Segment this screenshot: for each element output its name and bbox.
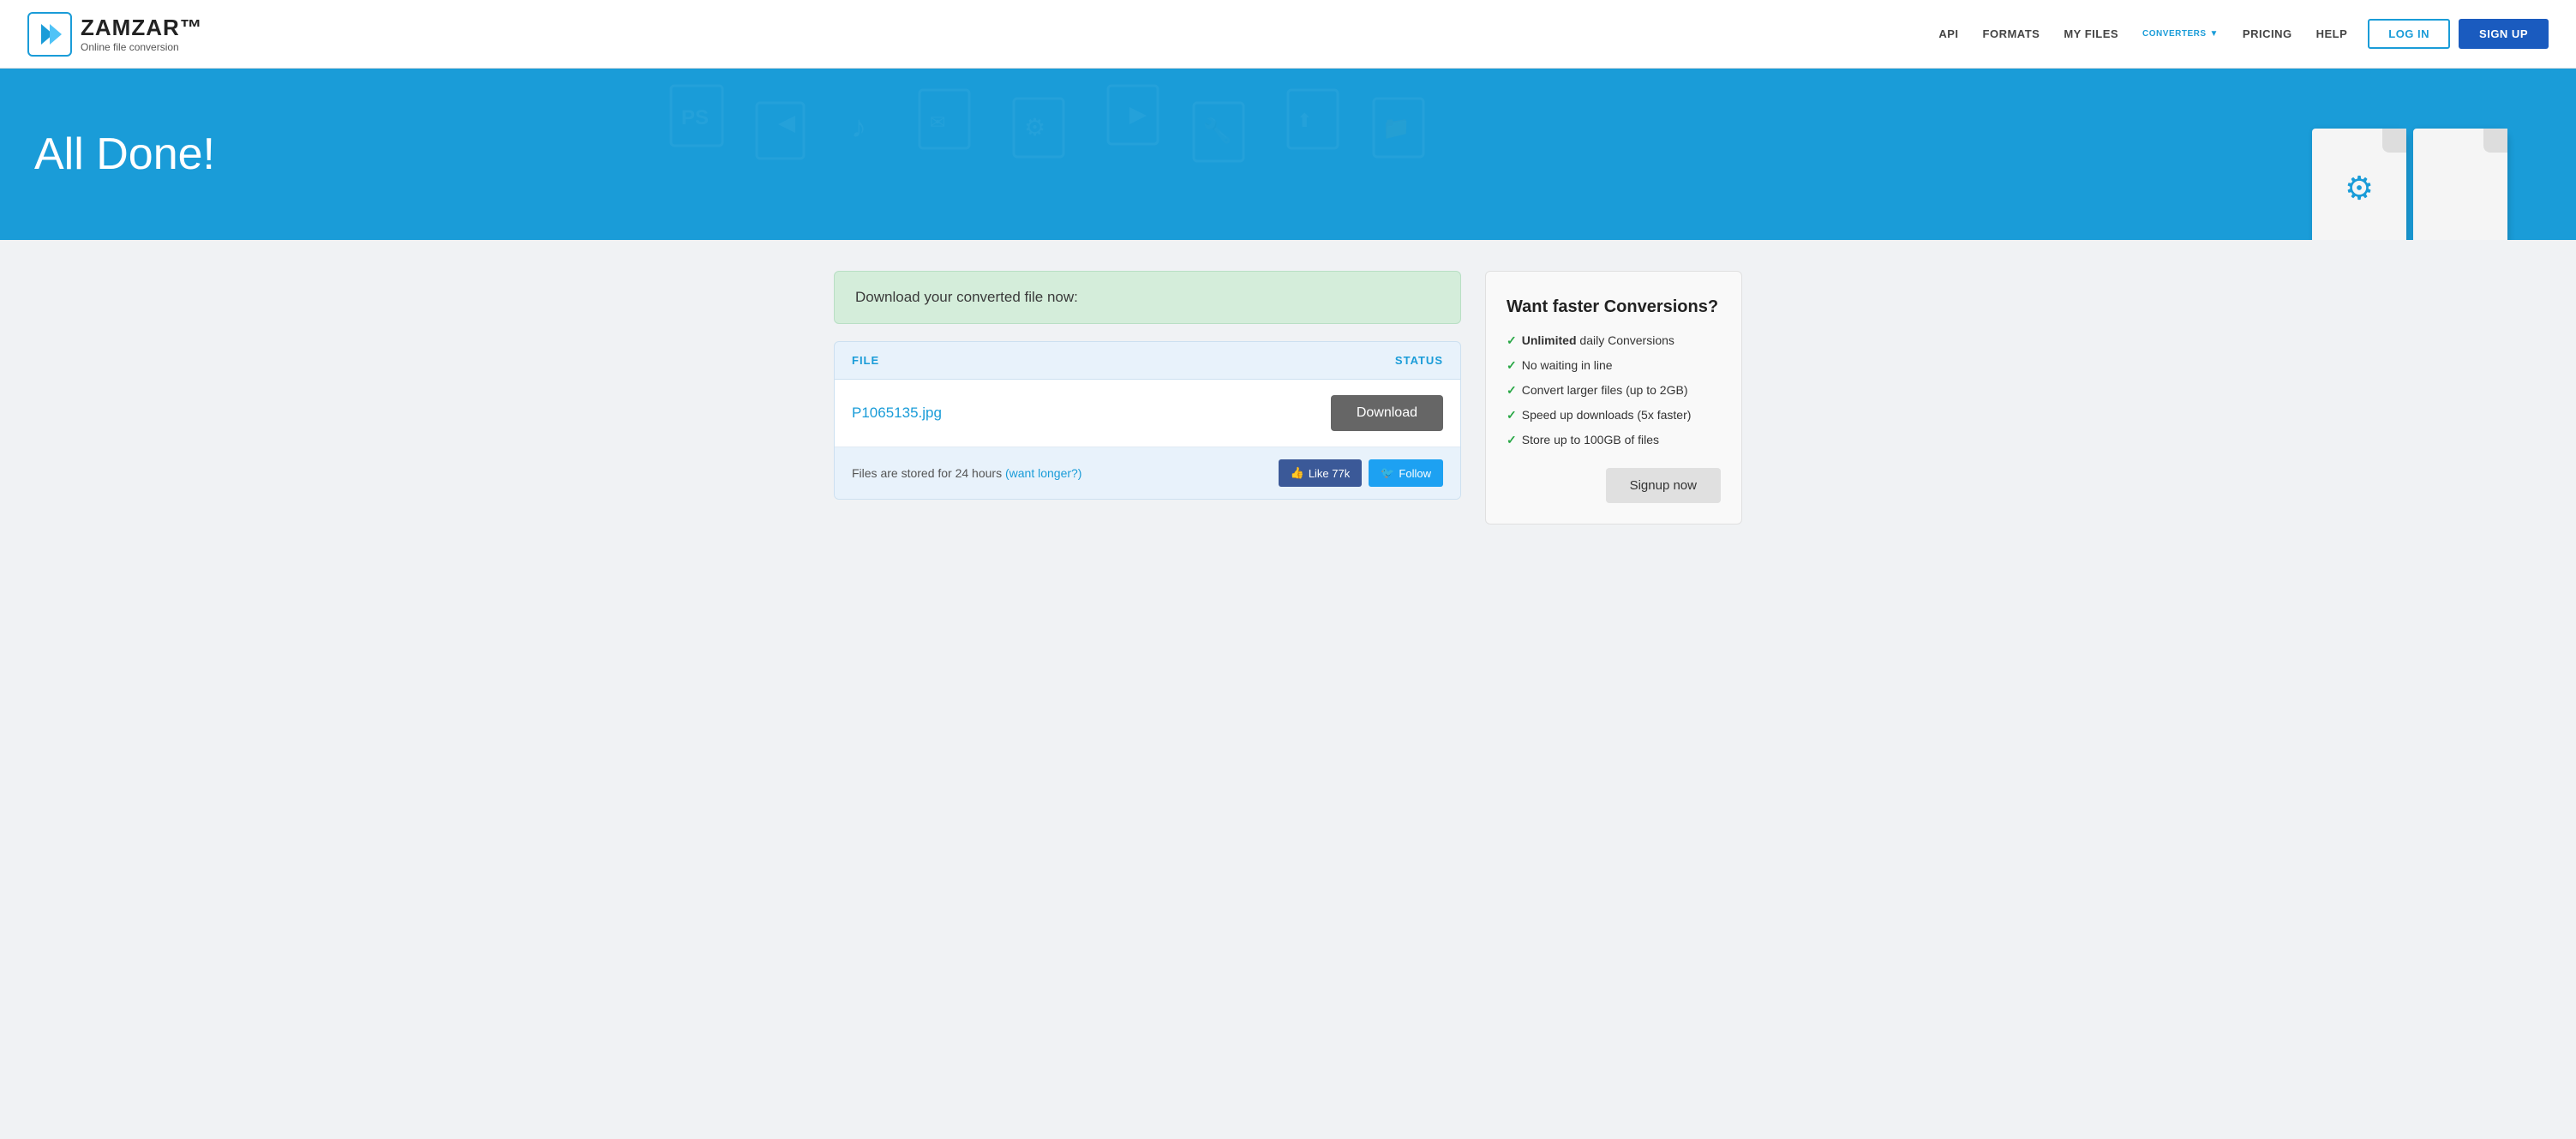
- feature-item: ✓ Speed up downloads (5x faster): [1507, 408, 1721, 423]
- thumbs-up-icon: 👍: [1291, 466, 1304, 480]
- svg-text:⬆: ⬆: [1297, 110, 1312, 131]
- nav-help[interactable]: HELP: [2316, 27, 2348, 40]
- login-button[interactable]: LOG IN: [2368, 19, 2450, 49]
- feature-item: ✓ Convert larger files (up to 2GB): [1507, 383, 1721, 398]
- main-nav: API FORMATS MY FILES CONVERTERS ▼ PRICIN…: [1938, 27, 2347, 40]
- table-row: P1065135.jpg Download: [835, 380, 1460, 447]
- feature-rest: No waiting in line: [1522, 358, 1613, 372]
- file-icon-left: ⚙: [2312, 129, 2406, 240]
- facebook-like-button[interactable]: 👍 Like 77k: [1279, 459, 1363, 487]
- logo-tagline: Online file conversion: [81, 41, 203, 53]
- feature-item: ✓ Unlimited daily Conversions: [1507, 333, 1721, 348]
- features-list: ✓ Unlimited daily Conversions ✓ No waiti…: [1507, 333, 1721, 447]
- sidebar: Want faster Conversions? ✓ Unlimited dai…: [1485, 271, 1742, 525]
- table-header: FILE STATUS: [835, 342, 1460, 380]
- sidebar-signup-button[interactable]: Signup now: [1606, 468, 1721, 503]
- col-status-header: STATUS: [1395, 354, 1443, 367]
- table-footer: Files are stored for 24 hours (want long…: [835, 447, 1460, 499]
- svg-text:📁: 📁: [1382, 115, 1410, 141]
- svg-text:♪: ♪: [851, 109, 866, 144]
- hero-file-icons: ⚙: [2312, 129, 2507, 240]
- logo-icon: [27, 12, 72, 57]
- check-icon: ✓: [1507, 383, 1517, 398]
- header-buttons: LOG IN SIGN UP: [2368, 19, 2549, 49]
- check-icon: ✓: [1507, 358, 1517, 373]
- feature-rest: daily Conversions: [1577, 333, 1674, 347]
- chevron-down-icon: ▼: [2210, 29, 2219, 39]
- nav-pricing[interactable]: PRICING: [2243, 27, 2292, 40]
- nav-api[interactable]: API: [1938, 27, 1958, 40]
- want-longer-link[interactable]: (want longer?): [1005, 466, 1082, 480]
- check-icon: ✓: [1507, 408, 1517, 423]
- nav-formats[interactable]: FORMATS: [1983, 27, 2040, 40]
- sidebar-title: Want faster Conversions?: [1507, 296, 1721, 318]
- check-icon: ✓: [1507, 333, 1517, 348]
- feature-rest: Speed up downloads (5x faster): [1522, 408, 1692, 422]
- feature-item: ✓ No waiting in line: [1507, 358, 1721, 373]
- signup-button[interactable]: SIGN UP: [2459, 19, 2549, 49]
- logo-brand: ZAMZAR™: [81, 15, 203, 41]
- social-buttons: 👍 Like 77k 🐦 Follow: [1279, 459, 1443, 487]
- twitter-follow-button[interactable]: 🐦 Follow: [1369, 459, 1443, 487]
- nav-my-files[interactable]: MY FILES: [2064, 27, 2118, 40]
- hero-title: All Done!: [34, 129, 215, 180]
- header: ZAMZAR™ Online file conversion API FORMA…: [0, 0, 2576, 69]
- svg-text:⚙: ⚙: [1024, 114, 1045, 141]
- svg-text:✉: ✉: [930, 111, 945, 133]
- col-file-header: FILE: [852, 354, 879, 367]
- left-panel: Download your converted file now: FILE S…: [834, 271, 1461, 500]
- feature-item: ✓ Store up to 100GB of files: [1507, 433, 1721, 447]
- svg-text:PS: PS: [681, 106, 709, 129]
- success-text: Download your converted file now:: [855, 289, 1078, 305]
- feature-rest: Store up to 100GB of files: [1522, 433, 1659, 447]
- files-table: FILE STATUS P1065135.jpg Download Files …: [834, 341, 1461, 500]
- check-icon: ✓: [1507, 433, 1517, 447]
- twitter-icon: 🐦: [1381, 466, 1394, 480]
- hero-banner: PS ♪ ✉ ⚙ 🔧 ⬆ 📁 All Done! ⚙: [0, 69, 2576, 240]
- hero-bg: PS ♪ ✉ ⚙ 🔧 ⬆ 📁: [0, 69, 2576, 240]
- feature-rest: Convert larger files (up to 2GB): [1522, 383, 1688, 397]
- nav-converters[interactable]: CONVERTERS ▼: [2142, 29, 2219, 39]
- gear-icon: ⚙: [2345, 170, 2374, 208]
- feature-bold: Unlimited: [1522, 333, 1577, 347]
- svg-text:🔧: 🔧: [1202, 116, 1232, 145]
- download-button[interactable]: Download: [1331, 395, 1443, 431]
- file-name: P1065135.jpg: [852, 405, 942, 422]
- file-icon-right: [2413, 129, 2507, 240]
- logo[interactable]: ZAMZAR™ Online file conversion: [27, 12, 203, 57]
- success-banner: Download your converted file now:: [834, 271, 1461, 324]
- storage-note: Files are stored for 24 hours (want long…: [852, 466, 1081, 480]
- logo-text: ZAMZAR™ Online file conversion: [81, 15, 203, 53]
- main-content: Download your converted file now: FILE S…: [817, 271, 1759, 525]
